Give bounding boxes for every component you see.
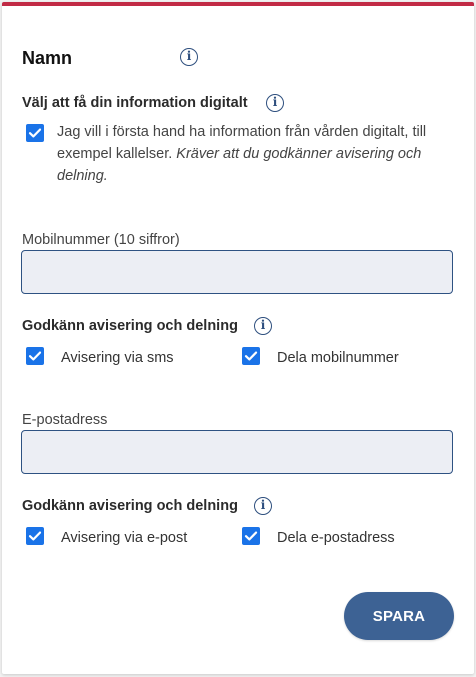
info-icon[interactable]: i <box>254 497 272 515</box>
info-icon[interactable]: i <box>180 48 198 66</box>
mobile-label: Mobilnummer (10 siffror) <box>22 232 180 248</box>
email-label: E-postadress <box>22 412 108 428</box>
form-title: Namn <box>22 48 73 68</box>
email-field[interactable] <box>21 430 453 474</box>
share-mobile-label: Dela mobilnummer <box>277 350 399 366</box>
sms-consent-heading: Godkänn avisering och delning <box>22 318 238 334</box>
checkmark-icon <box>244 531 258 541</box>
sms-notification-checkbox[interactable] <box>26 347 44 365</box>
share-email-label: Dela e-postadress <box>277 530 395 546</box>
checkmark-icon <box>244 351 258 361</box>
info-icon[interactable]: i <box>254 317 272 335</box>
info-icon[interactable]: i <box>266 94 284 112</box>
email-notification-label: Avisering via e-post <box>61 530 188 546</box>
digital-info-checkbox[interactable] <box>26 124 44 142</box>
save-button[interactable]: SPARA <box>344 592 454 640</box>
mobile-number-input[interactable] <box>21 250 453 294</box>
profile-form-card: Namn i Välj att få din information digit… <box>2 2 474 674</box>
share-email-checkbox[interactable] <box>242 527 260 545</box>
email-notification-checkbox[interactable] <box>26 527 44 545</box>
checkmark-icon <box>28 128 42 138</box>
digital-info-text: Jag vill i första hand ha information fr… <box>57 121 457 187</box>
email-consent-heading: Godkänn avisering och delning <box>22 498 238 514</box>
sms-notification-label: Avisering via sms <box>61 350 174 366</box>
digital-section-heading: Välj att få din information digitalt <box>22 95 248 111</box>
checkmark-icon <box>28 351 42 361</box>
checkmark-icon <box>28 531 42 541</box>
share-mobile-checkbox[interactable] <box>242 347 260 365</box>
